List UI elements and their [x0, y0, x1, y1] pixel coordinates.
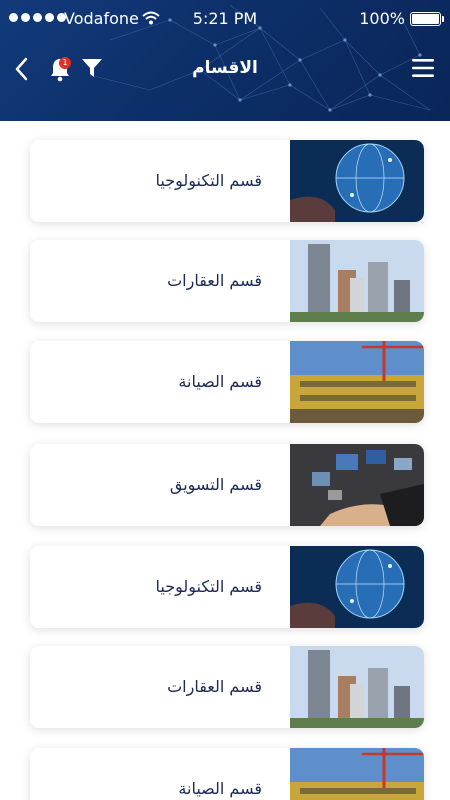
technology-globe-image — [290, 546, 424, 628]
sections-list: قسم التكنولوجيا قسم العقارات قسم الصيانة… — [0, 121, 450, 800]
section-label: قسم العقارات — [167, 677, 262, 696]
battery-icon — [410, 12, 444, 26]
battery-percentage: 100% — [359, 9, 405, 28]
section-card-real-estate[interactable]: قسم العقارات — [30, 646, 424, 728]
section-card-real-estate[interactable]: قسم العقارات — [30, 240, 424, 322]
nav-bar: 1 الاقسام — [0, 38, 450, 102]
section-label: قسم التكنولوجيا — [155, 577, 262, 596]
section-label: قسم الصيانة — [178, 779, 262, 798]
page-title: الاقسام — [192, 58, 258, 78]
section-card-technology[interactable]: قسم التكنولوجيا — [30, 546, 424, 628]
real-estate-buildings-image — [290, 240, 424, 322]
section-label: قسم الصيانة — [178, 372, 262, 391]
app-header: Vodafone 5:21 PM 100% 1 الاقسام — [0, 0, 450, 121]
real-estate-buildings-image — [290, 646, 424, 728]
status-bar: Vodafone 5:21 PM 100% — [0, 0, 450, 38]
maintenance-construction-image — [290, 748, 424, 800]
section-card-maintenance[interactable]: قسم الصيانة — [30, 341, 424, 423]
section-card-technology[interactable]: قسم التكنولوجيا — [30, 140, 424, 222]
section-card-marketing[interactable]: قسم التسويق — [30, 444, 424, 526]
marketing-hand-image — [290, 444, 424, 526]
section-label: قسم العقارات — [167, 271, 262, 290]
section-label: قسم التسويق — [169, 475, 262, 494]
section-label: قسم التكنولوجيا — [155, 171, 262, 190]
technology-globe-image — [290, 140, 424, 222]
maintenance-construction-image — [290, 341, 424, 423]
hamburger-menu-icon[interactable] — [410, 56, 436, 80]
section-card-maintenance[interactable]: قسم الصيانة — [30, 748, 424, 800]
